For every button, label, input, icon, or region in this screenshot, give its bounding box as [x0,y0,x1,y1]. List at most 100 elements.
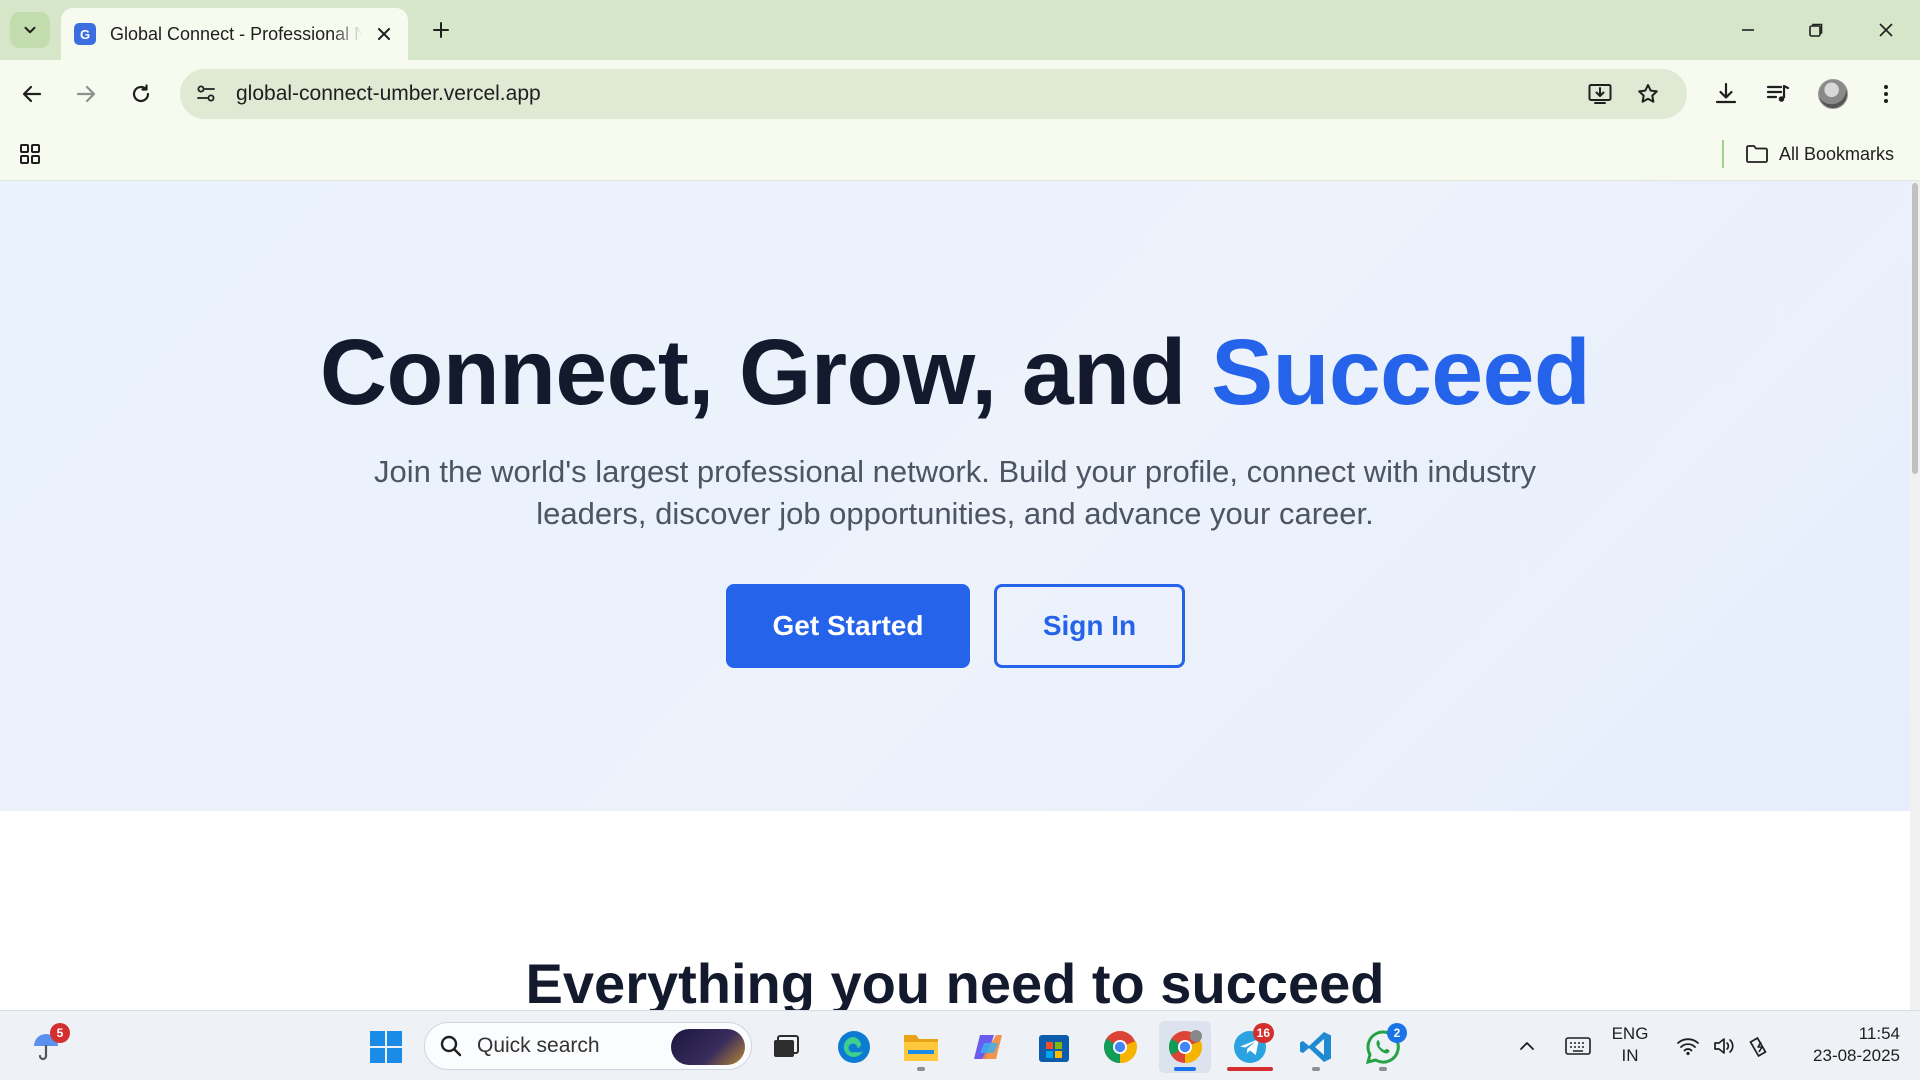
all-bookmarks-label: All Bookmarks [1779,143,1895,164]
tab-search-button[interactable] [10,12,50,48]
downloads-button[interactable] [1706,74,1746,114]
page-viewport: Connect, Grow, and Succeed Join the worl… [0,181,1910,1010]
close-icon [378,28,390,40]
wifi-status[interactable] [1670,1011,1706,1080]
all-bookmarks-button[interactable]: All Bookmarks [1745,137,1894,171]
tab-close-button[interactable] [372,22,396,46]
restore-button[interactable] [1788,8,1844,52]
download-icon [1715,82,1737,104]
windows-taskbar: 5 Quick search 16 2 ENG IN 11:54 23-08-2… [0,1010,1920,1080]
clock-date: 23-08-2025 [1813,1046,1900,1065]
bookmarks-bar: All Bookmarks [0,128,1920,181]
scrollbar-thumb[interactable] [1912,183,1918,474]
hero-title: Connect, Grow, and Succeed [0,319,1910,426]
taskbar-whatsapp[interactable]: 2 [1357,1021,1409,1073]
weather-badge: 5 [50,1023,70,1043]
vscode-icon [1300,1032,1331,1062]
search-icon [440,1035,462,1057]
touch-keyboard-button[interactable] [1558,1011,1598,1080]
task-view-icon [774,1035,799,1057]
reload-icon [132,84,150,103]
hero-title-accent: Succeed [1211,320,1591,424]
taskbar-chrome-profile[interactable] [1159,1021,1211,1073]
apps-button[interactable] [12,136,48,172]
bookmark-star-button[interactable] [1628,74,1668,114]
system-clock[interactable]: 11:54 23-08-2025 [1790,1023,1900,1067]
search-placeholder: Quick search [477,1034,600,1057]
taskbar-search[interactable]: Quick search [424,1022,752,1070]
browser-toolbar: global-connect-umber.vercel.app [0,60,1920,128]
telegram-badge: 16 [1252,1023,1274,1043]
apps-grid-icon [20,144,40,164]
running-indicator [1312,1067,1320,1071]
wifi-icon [1677,1038,1699,1056]
show-hidden-icons-button[interactable] [1507,1011,1547,1080]
browser-menu-button[interactable] [1866,74,1906,114]
forward-button[interactable] [66,74,106,114]
volume-icon [1714,1038,1734,1054]
get-started-button[interactable]: Get Started [726,584,970,668]
battery-charging-icon [1749,1036,1767,1057]
restore-icon [1809,23,1823,37]
profile-button[interactable] [1813,74,1853,114]
lang-region: IN [1621,1046,1639,1065]
arrow-right-icon [76,85,96,103]
site-favicon: G [74,23,96,45]
whatsapp-badge: 2 [1387,1023,1407,1043]
taskbar-telegram[interactable]: 16 [1224,1021,1276,1073]
url-text[interactable]: global-connect-umber.vercel.app [236,82,541,106]
hero-subtitle: Join the world's largest professional ne… [373,454,1537,531]
back-button[interactable] [12,74,52,114]
task-view-button[interactable] [760,1021,812,1073]
clock-time: 11:54 [1858,1024,1900,1043]
reload-button[interactable] [121,74,161,114]
windows-logo-icon [370,1031,402,1063]
start-button[interactable] [360,1021,412,1073]
chevron-up-icon [1520,1042,1534,1050]
folder-icon [1746,145,1768,163]
running-indicator [1379,1067,1387,1071]
hero-section: Connect, Grow, and Succeed Join the worl… [0,181,1910,811]
features-section-title: Everything you need to succeed [525,952,1385,1010]
volume-status[interactable] [1706,1011,1742,1080]
taskbar-copilot[interactable] [962,1021,1014,1073]
running-indicator [1227,1067,1273,1071]
close-icon [1879,23,1893,37]
minimize-button[interactable] [1720,8,1776,52]
star-icon [1638,84,1658,103]
chrome-icon [1104,1031,1137,1064]
edge-icon [838,1031,870,1063]
media-controls-button[interactable] [1758,74,1798,114]
install-icon [1588,84,1612,104]
taskbar-edge[interactable] [828,1021,880,1073]
chrome-icon [1169,1030,1202,1064]
minimize-icon [1742,29,1754,31]
site-info-button[interactable] [186,74,226,114]
page-scrollbar[interactable] [1910,181,1920,1010]
chevron-down-icon [24,26,36,34]
install-app-button[interactable] [1580,74,1620,114]
taskbar-store[interactable] [1028,1021,1080,1073]
tab-title: Global Connect - Professional Network [110,23,362,44]
sign-in-button[interactable]: Sign In [994,584,1185,668]
copilot-icon [974,1035,1002,1059]
taskbar-file-explorer[interactable] [895,1021,947,1073]
folder-icon [904,1035,938,1061]
avatar [1818,79,1848,109]
input-language[interactable]: ENG IN [1605,1023,1655,1067]
weather-widget[interactable]: 5 [20,1021,72,1073]
close-window-button[interactable] [1858,8,1914,52]
battery-status[interactable] [1742,1011,1778,1080]
running-indicator [917,1067,925,1071]
bookmarks-separator [1722,140,1724,168]
new-tab-button[interactable] [423,12,459,48]
music-queue-icon [1766,84,1790,102]
keyboard-icon [1565,1037,1591,1055]
taskbar-chrome[interactable] [1094,1021,1146,1073]
taskbar-vscode[interactable] [1290,1021,1342,1073]
search-highlight-image [671,1029,745,1065]
browser-tab[interactable]: G Global Connect - Professional Network [61,8,408,60]
hero-title-main: Connect, Grow, and [319,320,1212,424]
plus-icon [433,22,449,38]
address-bar[interactable]: global-connect-umber.vercel.app [180,69,1687,119]
